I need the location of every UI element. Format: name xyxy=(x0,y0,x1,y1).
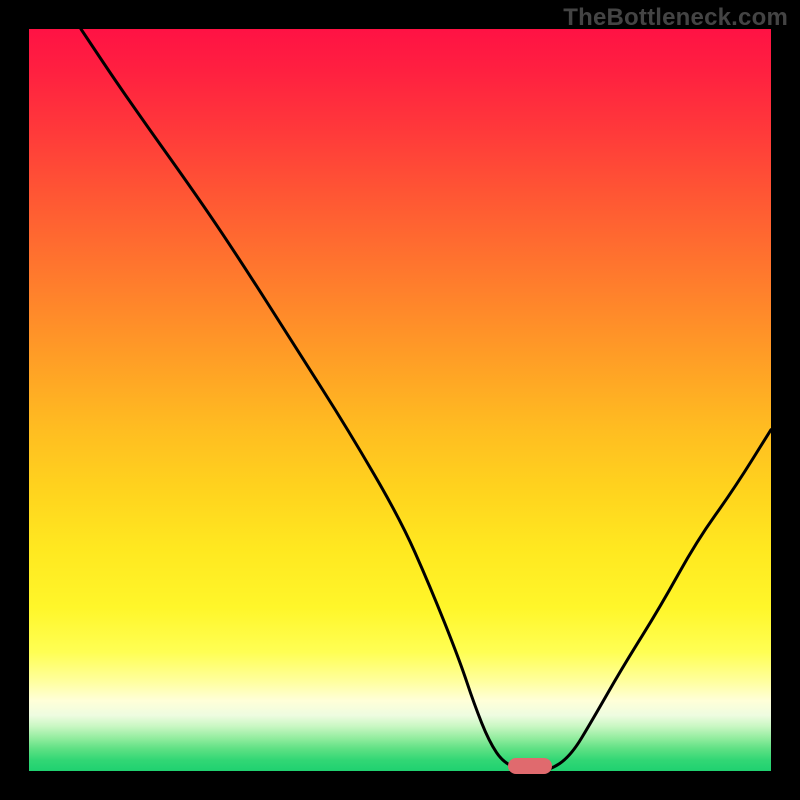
bottleneck-curve xyxy=(81,29,771,771)
chart-frame: TheBottleneck.com xyxy=(0,0,800,800)
optimal-marker xyxy=(508,758,553,774)
watermark-label: TheBottleneck.com xyxy=(563,4,788,32)
plot-area xyxy=(29,29,771,771)
curve-layer xyxy=(29,29,771,771)
